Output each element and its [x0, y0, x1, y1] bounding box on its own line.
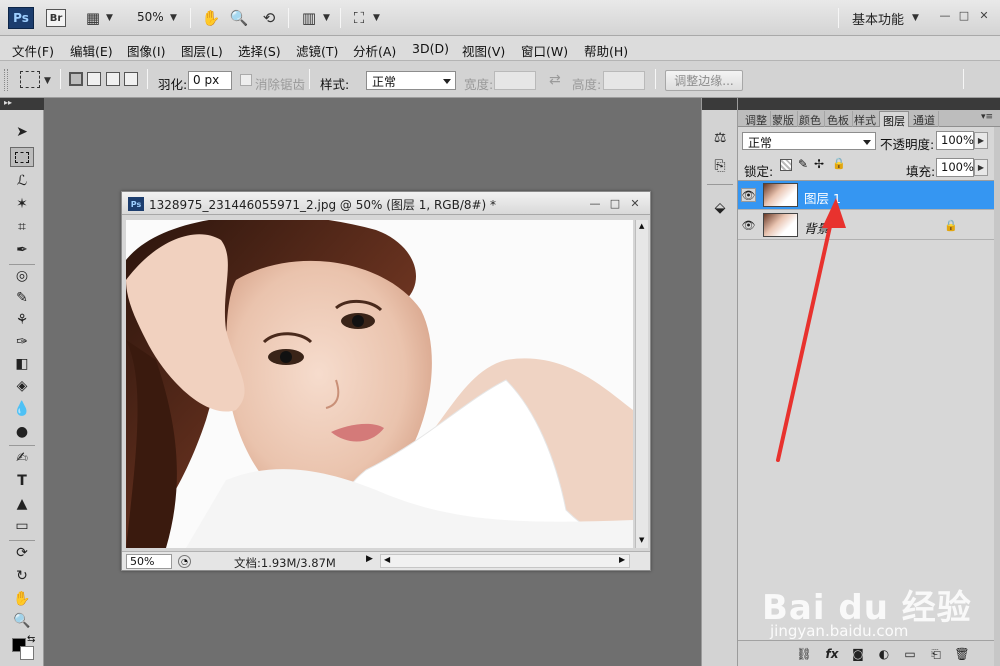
arrow-shaft: [776, 211, 835, 462]
annotation-arrow: [776, 198, 846, 462]
arrow-head: [822, 198, 846, 228]
watermark-url: jingyan.baidu.com: [770, 622, 909, 640]
